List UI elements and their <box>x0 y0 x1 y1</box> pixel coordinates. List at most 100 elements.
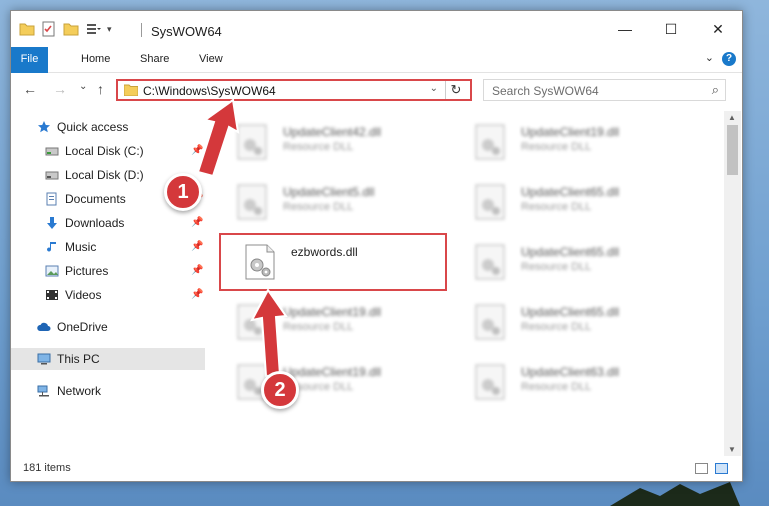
expand-ribbon-icon[interactable]: ⌄ <box>705 51 714 64</box>
dll-file-icon <box>237 124 267 160</box>
dll-file-icon <box>475 244 505 280</box>
maximize-button[interactable]: ☐ <box>648 11 694 47</box>
sidebar-item-downloads[interactable]: Downloads 📌 <box>11 212 205 234</box>
tab-view[interactable]: View <box>189 47 233 72</box>
forward-button[interactable]: → <box>53 81 67 97</box>
star-icon <box>38 121 50 133</box>
file-item[interactable]: UpdateClient42.dll Resource DLL <box>224 119 454 167</box>
window-title: SysWOW64 <box>151 24 222 39</box>
dll-file-icon <box>475 124 505 160</box>
file-name: UpdateClient19.dll <box>521 125 620 139</box>
sidebar-item-label: Local Disk (D:) <box>65 168 144 182</box>
file-type: Resource DLL <box>283 201 354 213</box>
sidebar-item-label: Music <box>65 240 97 254</box>
quick-access-toolbar: ▾ <box>19 21 112 37</box>
drive-icon <box>45 147 59 156</box>
search-icon[interactable]: ⌕ <box>712 82 719 98</box>
scroll-down-icon[interactable]: ▼ <box>728 445 736 454</box>
dll-file-icon <box>475 304 505 340</box>
file-item[interactable]: UpdateClient19.dll Resource DLL <box>224 299 454 347</box>
file-item[interactable]: UpdateClient19.dll Resource DLL <box>462 119 692 167</box>
ribbon-tabs: File Home Share View ⌄ ? <box>11 47 742 95</box>
properties-icon[interactable] <box>41 21 57 37</box>
drive-icon <box>45 171 59 180</box>
file-type: Resource DLL <box>521 381 592 393</box>
sidebar-item-label: This PC <box>57 352 100 366</box>
scroll-up-icon[interactable]: ▲ <box>728 113 736 122</box>
large-icons-view-icon[interactable] <box>715 463 728 474</box>
file-type: Resource DLL <box>521 321 592 333</box>
sidebar-item-music[interactable]: Music 📌 <box>11 236 205 258</box>
scroll-thumb[interactable] <box>727 125 738 175</box>
tab-home[interactable]: Home <box>71 47 120 72</box>
network-icon <box>37 385 49 397</box>
pin-icon: 📌 <box>191 145 204 156</box>
file-name: UpdateClient42.dll <box>283 125 382 139</box>
close-button[interactable]: ✕ <box>695 11 741 47</box>
customize-toolbar-icon[interactable] <box>85 21 101 37</box>
details-view-icon[interactable] <box>695 463 708 474</box>
file-type: Resource DLL <box>521 201 592 213</box>
pin-icon: 📌 <box>191 217 204 228</box>
sidebar-item-videos[interactable]: Videos 📌 <box>11 284 205 306</box>
computer-icon <box>37 353 51 365</box>
file-name: UpdateClient5.dll <box>283 185 375 199</box>
vertical-scrollbar[interactable]: ▲ ▼ <box>724 111 741 456</box>
back-button[interactable]: ← <box>23 81 37 97</box>
address-bar[interactable]: C:\Windows\SysWOW64 ⌄ ↻ <box>116 79 472 101</box>
search-box[interactable]: Search SysWOW64 ⌕ <box>483 79 726 101</box>
tab-share[interactable]: Share <box>130 47 179 72</box>
minimize-button[interactable]: — <box>602 11 648 47</box>
status-bar: 181 items <box>11 459 742 481</box>
sidebar-item-onedrive[interactable]: OneDrive <box>11 316 205 338</box>
sidebar-item-label: Local Disk (C:) <box>65 144 144 158</box>
file-name: UpdateClient65.dll <box>521 185 620 199</box>
recent-locations-button[interactable]: ⌄ <box>79 81 87 92</box>
file-type: Resource DLL <box>283 321 354 333</box>
sidebar-item-pictures[interactable]: Pictures 📌 <box>11 260 205 282</box>
up-button[interactable]: ↑ <box>97 81 104 97</box>
step-1-badge: 1 <box>164 173 202 211</box>
qat-dropdown-icon[interactable]: ▾ <box>107 24 112 35</box>
address-path: C:\Windows\SysWOW64 <box>143 84 276 98</box>
file-name: UpdateClient65.dll <box>521 305 620 319</box>
folder-icon[interactable] <box>19 21 35 37</box>
sidebar-item-local-disk-c[interactable]: Local Disk (C:) 📌 <box>11 140 205 162</box>
sidebar-item-this-pc[interactable]: This PC <box>11 348 205 370</box>
file-item[interactable]: UpdateClient65.dll Resource DLL <box>462 179 692 227</box>
pin-icon: 📌 <box>191 265 204 276</box>
cloud-icon <box>37 322 51 331</box>
step-2-badge: 2 <box>261 371 299 409</box>
file-item[interactable]: UpdateClient65.dll Resource DLL <box>462 299 692 347</box>
sidebar-item-network[interactable]: Network <box>11 380 205 402</box>
new-folder-icon[interactable] <box>63 21 79 37</box>
search-placeholder: Search SysWOW64 <box>492 84 599 98</box>
file-item[interactable]: UpdateClient19.dll Resource DLL <box>224 359 454 407</box>
title-separator <box>141 23 142 37</box>
dll-file-icon <box>237 304 267 340</box>
palm-tree-silhouette <box>610 482 740 506</box>
pin-icon: 📌 <box>191 289 204 300</box>
file-item[interactable]: UpdateClient63.dll Resource DLL <box>462 359 692 407</box>
file-type: Resource DLL <box>521 261 592 273</box>
documents-icon <box>46 192 57 206</box>
help-icon[interactable]: ? <box>722 52 736 66</box>
file-item[interactable]: UpdateClient65.dll Resource DLL <box>462 239 692 287</box>
dll-file-icon <box>237 184 267 220</box>
file-name: UpdateClient19.dll <box>283 305 382 319</box>
sidebar-item-label: Documents <box>65 192 126 206</box>
pictures-icon <box>45 265 59 277</box>
pin-icon: 📌 <box>191 241 204 252</box>
address-dropdown-icon[interactable]: ⌄ <box>430 83 438 94</box>
music-icon <box>47 242 56 252</box>
sidebar-item-label: Network <box>57 384 102 398</box>
refresh-icon[interactable]: ↻ <box>445 81 466 99</box>
navigation-bar: ← → ⌄ ↑ C:\Windows\SysWOW64 ⌄ ↻ Search S… <box>11 73 742 106</box>
dll-file-icon <box>475 184 505 220</box>
file-name: UpdateClient63.dll <box>521 365 620 379</box>
sidebar-item-label: Videos <box>65 288 102 302</box>
file-type: Resource DLL <box>283 141 354 153</box>
folder-icon <box>124 84 138 96</box>
sidebar-item-quick-access[interactable]: Quick access <box>11 116 205 138</box>
file-item[interactable]: UpdateClient5.dll Resource DLL <box>224 179 454 227</box>
